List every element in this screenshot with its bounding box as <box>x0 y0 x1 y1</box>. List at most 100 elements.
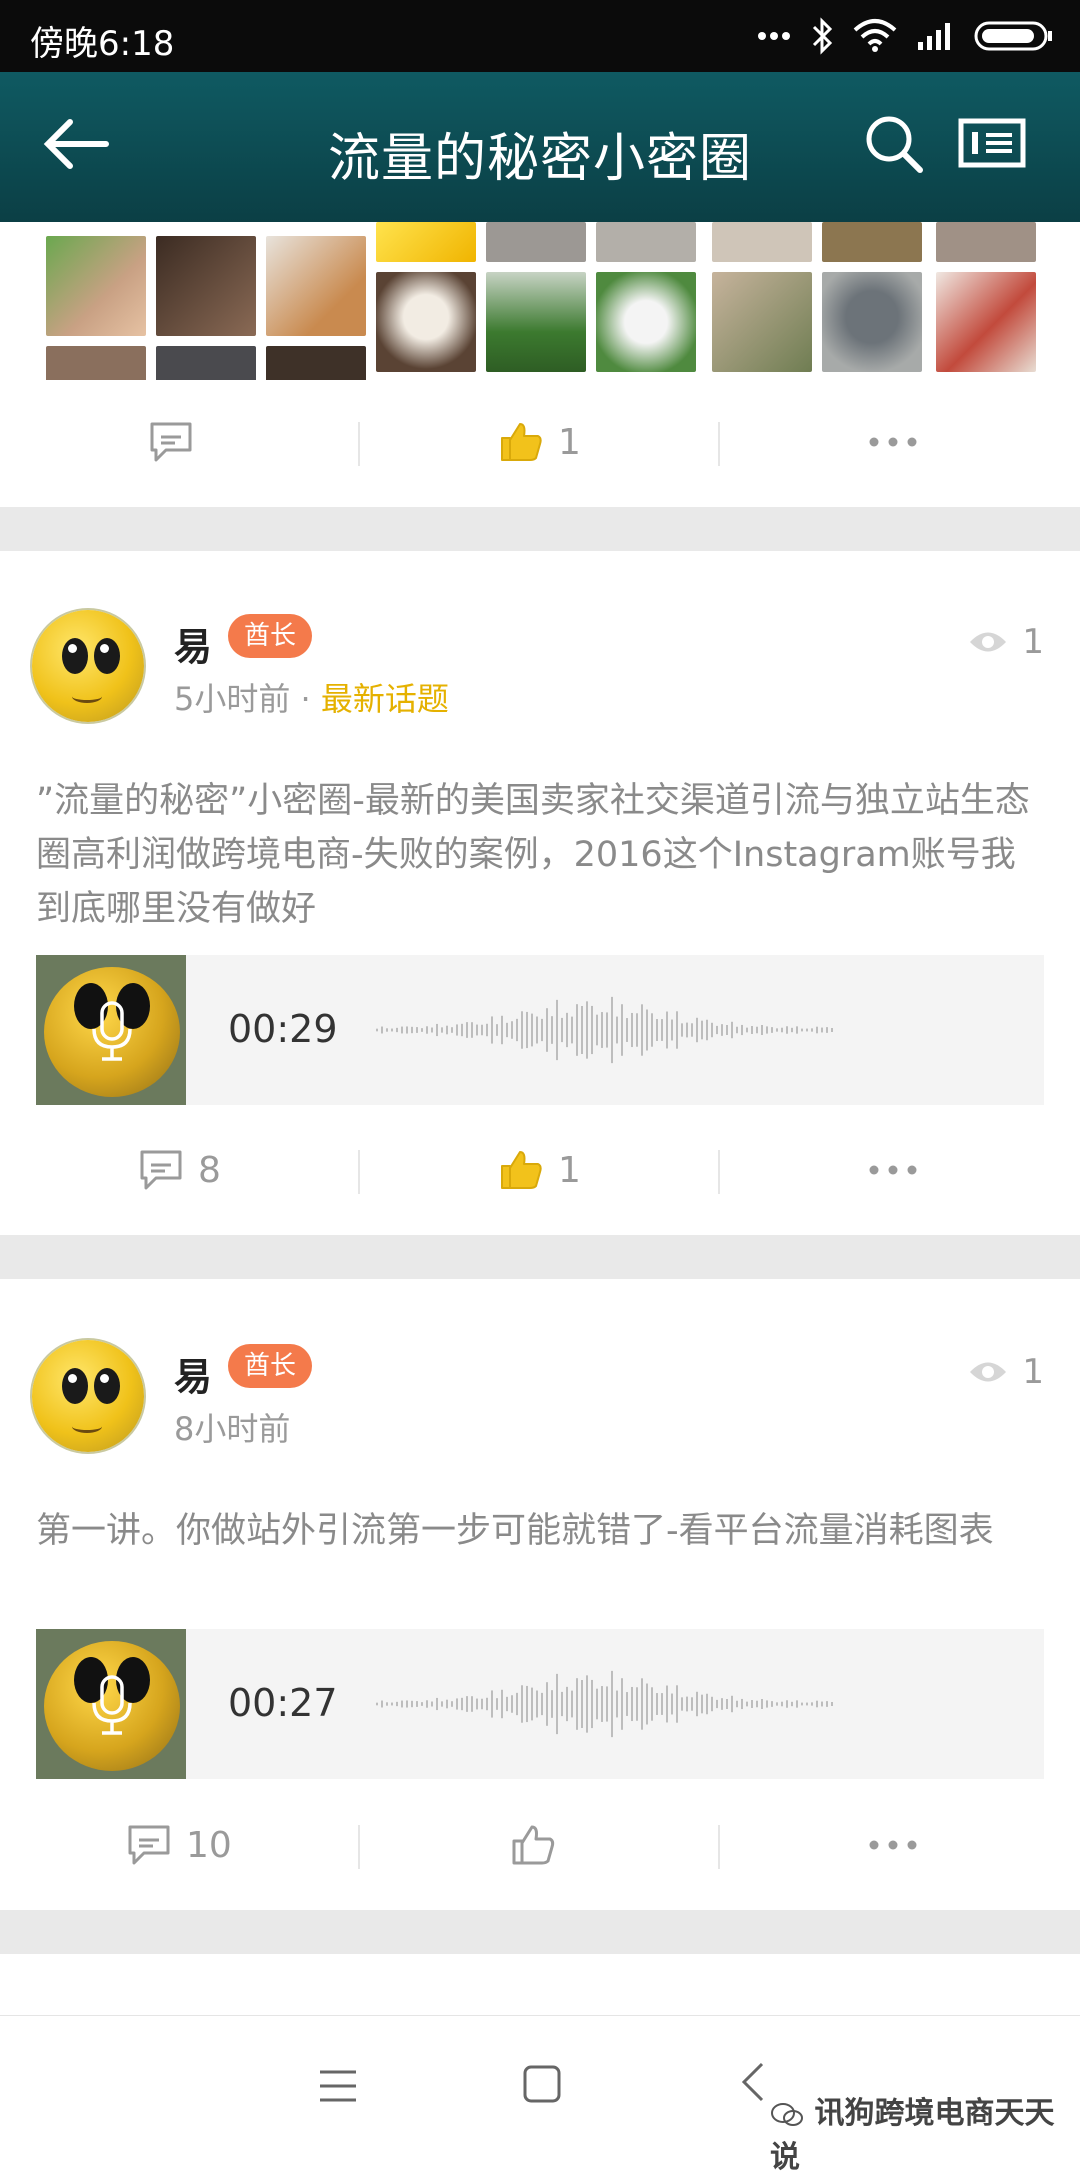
section-divider <box>0 507 1080 551</box>
like-count: 1 <box>558 1149 581 1191</box>
thumbnail[interactable] <box>486 272 586 372</box>
top-nav-bar: 流量的秘密小密圈 <box>0 72 1080 222</box>
thumbnail[interactable] <box>486 222 586 262</box>
eye-icon <box>970 1362 1007 1382</box>
thumbs-up-icon <box>501 1151 542 1189</box>
thumbnail[interactable] <box>822 222 922 262</box>
thumbnail[interactable] <box>822 272 922 372</box>
view-count: 1 <box>968 1352 1044 1392</box>
status-bar: 傍晚6:18 <box>0 0 1080 72</box>
thumbnail[interactable] <box>376 222 476 262</box>
waveform-icon <box>376 1670 833 1738</box>
role-badge: 酋长 <box>228 1344 313 1388</box>
divider <box>718 1825 720 1869</box>
thumbnail[interactable] <box>712 272 812 372</box>
watermark: 讯狗跨境电商天天说 <box>770 2088 1080 2176</box>
microphone-icon <box>92 1001 132 1061</box>
status-time: 傍晚6:18 <box>30 24 175 64</box>
thumbnail[interactable] <box>596 222 696 262</box>
more-options-button[interactable] <box>868 1795 918 1895</box>
divider <box>718 422 720 466</box>
like-button[interactable]: 1 <box>498 392 581 492</box>
action-bar: 10 <box>0 1795 1080 1895</box>
thumbnail[interactable] <box>46 346 146 380</box>
section-divider <box>0 1235 1080 1279</box>
thumbnail[interactable] <box>266 236 366 336</box>
action-bar: 1 <box>0 392 1080 492</box>
thumbnail[interactable] <box>156 346 256 380</box>
menu-icon[interactable] <box>318 2068 358 2104</box>
like-button[interactable]: 1 <box>498 1120 581 1220</box>
thumbnail[interactable] <box>936 222 1036 262</box>
comment-count: 10 <box>186 1824 232 1866</box>
action-bar: 8 1 <box>0 1120 1080 1220</box>
thumbs-up-icon <box>501 423 542 461</box>
view-count: 1 <box>968 622 1044 662</box>
post-header: 易 酋长 8小时前 1 <box>0 1340 1080 1470</box>
thumbnail[interactable] <box>46 236 146 336</box>
more-options-button[interactable] <box>868 1120 918 1220</box>
audio-duration: 00:27 <box>228 1681 338 1725</box>
wechat-icon <box>771 2102 803 2126</box>
voice-cover <box>36 955 186 1105</box>
divider <box>358 422 360 466</box>
comment-icon <box>150 422 192 462</box>
previous-post-image-grid[interactable] <box>0 222 1080 380</box>
view-count-value: 1 <box>1022 1352 1044 1392</box>
post-meta: 8小时前 <box>174 1404 290 1450</box>
section-divider <box>0 1910 1080 1954</box>
post-header: 易 酋长 5小时前 · 最新话题 1 <box>0 610 1080 740</box>
author-name[interactable]: 易 <box>174 1346 212 1401</box>
author-name[interactable]: 易 <box>174 616 212 671</box>
view-count-value: 1 <box>1022 622 1044 662</box>
comment-button[interactable]: 8 <box>138 1120 221 1220</box>
battery-icon <box>974 21 1052 51</box>
eye-icon <box>970 632 1007 652</box>
microphone-icon <box>92 1675 132 1735</box>
voice-message[interactable]: 00:29 <box>36 955 1044 1105</box>
comment-button[interactable]: 10 <box>126 1795 232 1895</box>
thumbs-up-outline-icon <box>512 1825 555 1865</box>
thumbnail[interactable] <box>266 346 366 380</box>
search-icon[interactable] <box>864 114 924 174</box>
divider <box>358 1150 360 1194</box>
waveform-icon <box>376 996 833 1064</box>
divider <box>358 1825 360 1869</box>
post-text[interactable]: ”流量的秘密”小密圈-最新的美国卖家社交渠道引流与独立站生态圈高利润做跨境电商-… <box>36 774 1046 936</box>
comment-count: 8 <box>198 1149 221 1191</box>
home-icon[interactable] <box>522 2064 562 2104</box>
thumbnail[interactable] <box>936 272 1036 372</box>
thumbnail[interactable] <box>596 272 696 372</box>
post-meta: 5小时前 · 最新话题 <box>174 674 449 720</box>
thumbnail[interactable] <box>712 222 812 262</box>
comment-icon <box>128 1825 170 1865</box>
wifi-icon <box>853 19 897 52</box>
comment-icon <box>140 1150 182 1190</box>
comment-button[interactable] <box>148 392 194 492</box>
divider <box>718 1150 720 1194</box>
topic-tag[interactable]: 最新话题 <box>321 680 449 718</box>
voice-message[interactable]: 00:27 <box>36 1629 1044 1779</box>
status-icons <box>756 14 1054 58</box>
post-time: 5小时前 <box>174 680 291 718</box>
more-dots-icon <box>758 32 790 40</box>
circle-info-icon[interactable] <box>958 118 1026 168</box>
like-button[interactable] <box>510 1795 556 1895</box>
like-count: 1 <box>558 421 581 463</box>
watermark-text: 讯狗跨境电商天天说 <box>770 2096 1055 2175</box>
thumbnail[interactable] <box>156 236 256 336</box>
more-options-button[interactable] <box>868 392 918 492</box>
more-dots-icon <box>869 437 917 447</box>
avatar[interactable] <box>32 610 144 722</box>
back-icon[interactable] <box>738 2060 766 2104</box>
avatar[interactable] <box>32 1340 144 1452</box>
thumbnail[interactable] <box>376 272 476 372</box>
bluetooth-icon <box>812 17 833 55</box>
role-badge: 酋长 <box>228 614 313 658</box>
meta-separator: · <box>300 680 311 718</box>
post-text[interactable]: 第一讲。你做站外引流第一步可能就错了-看平台流量消耗图表 <box>36 1504 1046 1558</box>
signal-icon <box>918 23 950 50</box>
audio-duration: 00:29 <box>228 1007 338 1051</box>
more-dots-icon <box>869 1165 917 1175</box>
more-dots-icon <box>869 1840 917 1850</box>
